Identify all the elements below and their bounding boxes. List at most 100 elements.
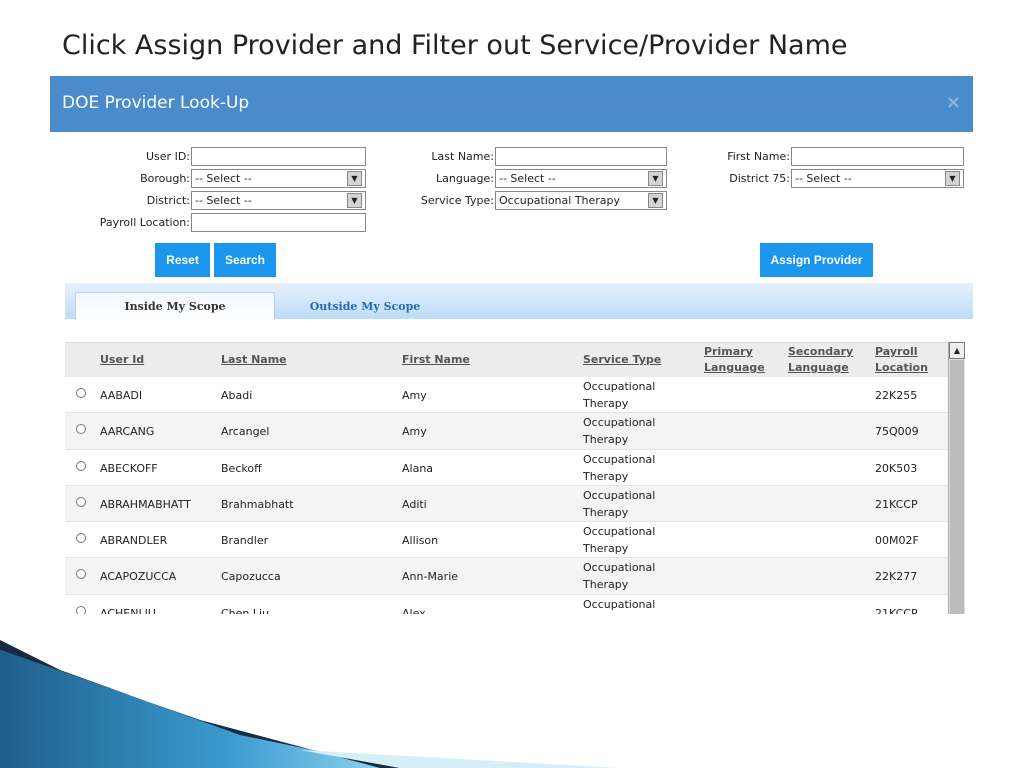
tab-outside-my-scope[interactable]: Outside My Scope [295, 292, 435, 320]
cell-first-name: Amy [402, 425, 427, 439]
cell-payroll-location: 21KCCP [875, 606, 918, 614]
row-radio[interactable] [76, 569, 86, 580]
table-row[interactable]: ABECKOFF Beckoff Alana Occupational Ther… [65, 450, 965, 486]
decorative-swoosh [0, 640, 620, 768]
chevron-down-icon: ▼ [347, 171, 362, 186]
district75-value: -- Select -- [795, 172, 852, 185]
cell-last-name: Abadi [221, 389, 253, 402]
table-row[interactable]: ABRAHMABHATT Brahmabhatt Aditi Occupatio… [65, 485, 965, 523]
payroll-input[interactable] [191, 213, 366, 232]
reset-button[interactable]: Reset [155, 243, 210, 277]
cell-service-type: Occupational Therapy [583, 597, 656, 611]
cell-last-name: Beckoff [221, 461, 262, 475]
cell-user-id: ACHENLIU [100, 606, 156, 614]
first-name-label: First Name: [727, 150, 790, 163]
cell-payroll-location: 22K255 [875, 389, 918, 402]
table-header: User Id Last Name First Name Service Typ… [65, 342, 965, 377]
table-row[interactable]: ACAPOZUCCA Capozucca Ann-Marie Occupatio… [65, 558, 965, 595]
cell-payroll-location: 22K277 [875, 570, 918, 584]
assign-provider-button[interactable]: Assign Provider [760, 243, 873, 277]
table-row[interactable]: AARCANG Arcangel Amy Occupational Therap… [65, 413, 965, 450]
cell-user-id: ACAPOZUCCA [100, 570, 177, 584]
last-name-label: Last Name: [431, 150, 494, 163]
provider-lookup-dialog: DOE Provider Look-Up × User ID: Borough:… [50, 76, 973, 614]
cell-user-id: AARCANG [100, 425, 155, 439]
cell-user-id: ABECKOFF [100, 461, 158, 475]
cell-payroll-location: 75Q009 [875, 425, 919, 439]
scrollbar-thumb[interactable] [950, 360, 964, 614]
cell-last-name: Capozucca [221, 570, 281, 584]
district-label: District: [146, 194, 190, 207]
language-select[interactable]: -- Select -- ▼ [495, 169, 667, 188]
slide-title: Click Assign Provider and Filter out Ser… [62, 30, 848, 61]
cell-first-name: Alana [402, 461, 434, 475]
district-select[interactable]: -- Select -- ▼ [191, 191, 366, 210]
table-row[interactable]: ACHENLIU Chen Liu Alex Occupational Ther… [65, 595, 965, 614]
payroll-label: Payroll Location: [99, 216, 190, 229]
service-type-label: Service Type: [420, 194, 494, 207]
table-row[interactable]: AABADI Abadi Amy Occupational Therapy 22… [65, 377, 965, 414]
cell-last-name: Brahmabhatt [221, 497, 294, 511]
cell-payroll-location: 20K503 [875, 461, 918, 475]
service-type-value: Occupational Therapy [499, 194, 621, 207]
scope-tabs: Inside My Scope Outside My Scope [65, 283, 973, 320]
borough-label: Borough: [140, 172, 190, 185]
cell-payroll-location: 21KCCP [875, 497, 918, 511]
col-payroll-location[interactable]: Payroll Location [875, 344, 935, 376]
service-type-select[interactable]: Occupational Therapy ▼ [495, 191, 667, 210]
district75-select[interactable]: -- Select -- ▼ [791, 169, 964, 188]
cell-first-name: Amy [402, 389, 427, 402]
cell-first-name: Ann-Marie [402, 570, 459, 584]
chevron-down-icon: ▼ [347, 193, 362, 208]
col-last-name[interactable]: Last Name [221, 352, 287, 368]
borough-select[interactable]: -- Select -- ▼ [191, 169, 366, 188]
cell-service-type: Occupational Therapy [583, 561, 656, 592]
row-radio[interactable] [76, 533, 86, 544]
provider-table: User Id Last Name First Name Service Typ… [65, 342, 965, 614]
cell-first-name: Aditi [402, 497, 427, 511]
cell-payroll-location: 00M02F [875, 534, 919, 548]
close-icon[interactable]: × [946, 92, 961, 113]
cell-service-type: Occupational Therapy [583, 380, 656, 410]
cell-first-name: Allison [402, 534, 439, 548]
cell-first-name: Alex [402, 606, 426, 614]
cell-service-type: Occupational Therapy [583, 416, 656, 447]
tab-inside-my-scope[interactable]: Inside My Scope [75, 292, 275, 320]
row-radio[interactable] [76, 424, 86, 435]
table-row[interactable]: ABRANDLER Brandler Allison Occupational … [65, 522, 965, 559]
language-value: -- Select -- [499, 172, 556, 185]
col-first-name[interactable]: First Name [402, 352, 470, 368]
row-radio[interactable] [76, 388, 86, 398]
cell-last-name: Arcangel [221, 425, 270, 439]
search-button[interactable]: Search [214, 243, 276, 277]
user-id-label: User ID: [146, 150, 190, 163]
col-secondary-language[interactable]: Secondary Language [788, 344, 858, 376]
first-name-input[interactable] [791, 147, 964, 166]
chevron-down-icon: ▼ [648, 193, 663, 208]
district75-label: District 75: [729, 172, 790, 185]
cell-last-name: Brandler [221, 534, 269, 548]
col-primary-language[interactable]: Primary Language [704, 344, 774, 376]
cell-user-id: ABRANDLER [100, 534, 168, 548]
row-radio[interactable] [76, 605, 86, 614]
cell-service-type: Occupational Therapy [583, 452, 656, 483]
scroll-up-icon[interactable]: ▲ [949, 342, 965, 359]
chevron-down-icon: ▼ [945, 171, 960, 186]
dialog-header: DOE Provider Look-Up × [50, 76, 973, 132]
borough-value: -- Select -- [195, 172, 252, 185]
cell-last-name: Chen Liu [221, 606, 270, 614]
user-id-input[interactable] [191, 147, 366, 166]
row-radio[interactable] [76, 460, 86, 471]
table-scrollbar[interactable]: ▲ [948, 342, 965, 614]
cell-user-id: ABRAHMABHATT [100, 497, 191, 511]
col-service-type[interactable]: Service Type [583, 352, 661, 368]
row-radio[interactable] [76, 496, 86, 507]
dialog-title: DOE Provider Look-Up [62, 93, 250, 113]
district-value: -- Select -- [195, 194, 252, 207]
col-user-id[interactable]: User Id [100, 352, 144, 368]
last-name-input[interactable] [495, 147, 667, 166]
cell-user-id: AABADI [100, 389, 143, 402]
cell-service-type: Occupational Therapy [583, 488, 656, 519]
language-label: Language: [436, 172, 494, 185]
chevron-down-icon: ▼ [648, 171, 663, 186]
